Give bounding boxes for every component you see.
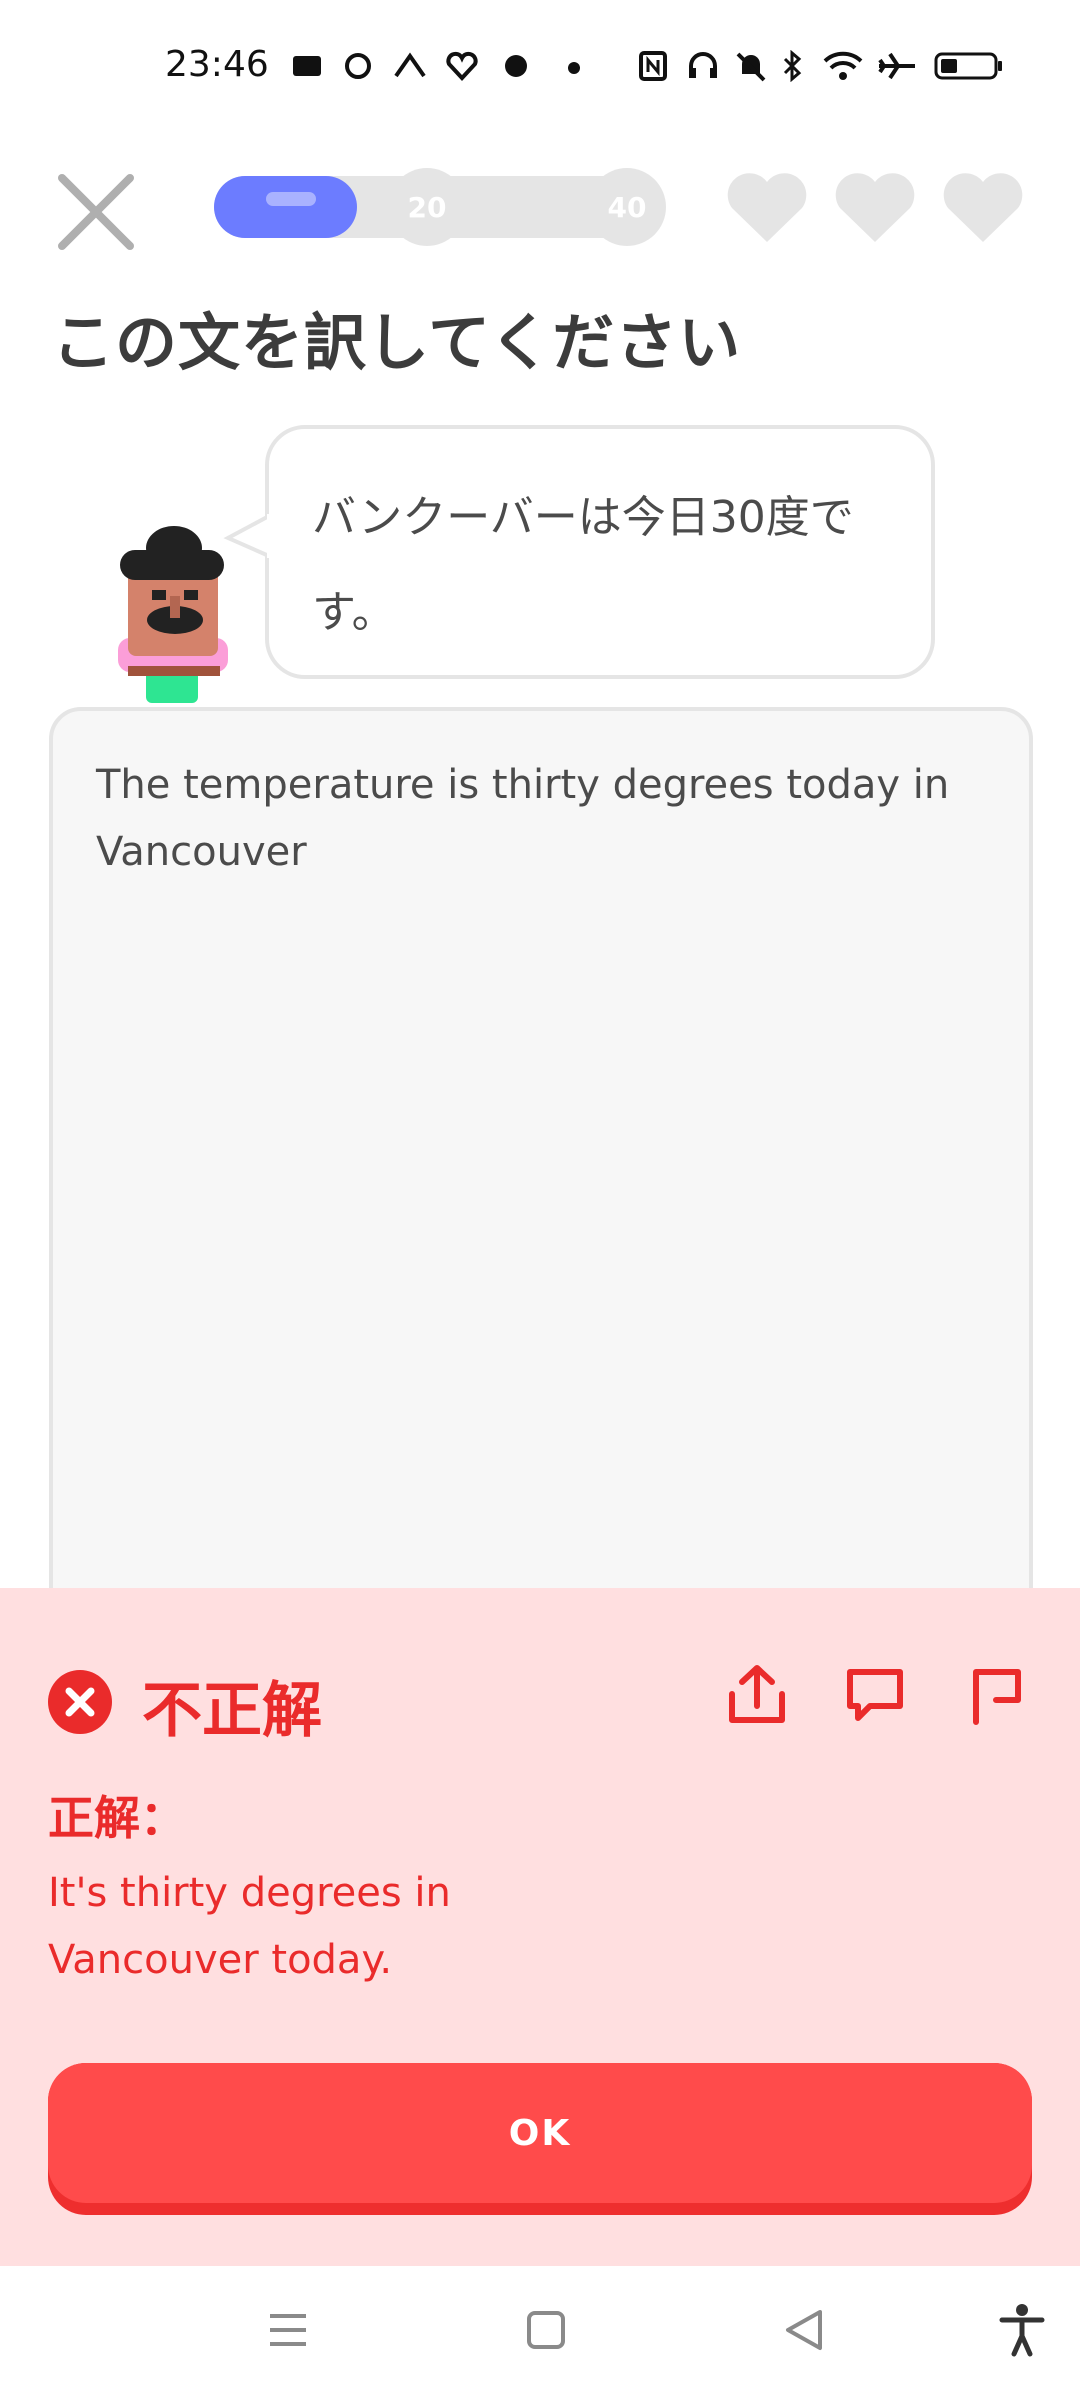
status-time: 23:46 [165, 44, 269, 85]
ok-button[interactable]: OK [48, 2063, 1032, 2215]
ok-button-label: OK [48, 2063, 1032, 2203]
menu-icon[interactable] [258, 2300, 318, 2360]
close-icon[interactable] [52, 168, 140, 256]
speech-bubble-tail [223, 514, 272, 558]
share-icon[interactable] [722, 1660, 792, 1730]
accessibility-icon[interactable] [992, 2300, 1052, 2360]
heart-icon [835, 173, 915, 242]
heart-icon [943, 173, 1023, 242]
prompt-sentence[interactable]: バンクーバーは今日30度です。 [312, 470, 902, 660]
incorrect-icon [48, 1670, 112, 1734]
airplane-icon [878, 52, 915, 80]
sync-icon [345, 53, 371, 79]
report-flag-icon[interactable] [962, 1660, 1032, 1730]
milestone-40: 40 [588, 168, 666, 246]
heart-icon [727, 173, 807, 242]
bluetooth-icon [783, 50, 802, 82]
app-notification-icon [293, 56, 321, 76]
wifi-icon [823, 51, 863, 80]
character-avatar [118, 526, 228, 703]
correct-answer-text: It's thirty degrees in Vancouver today. [48, 1870, 451, 1983]
back-triangle-icon[interactable] [774, 2300, 834, 2360]
mute-icon [736, 52, 766, 82]
comment-icon[interactable] [840, 1660, 910, 1730]
heart-app-icon [446, 51, 478, 81]
battery-icon [934, 52, 1002, 80]
progress-shine [266, 192, 316, 206]
feedback-status: 不正解 [142, 1676, 322, 1746]
headphones-icon [689, 52, 717, 78]
app-icon [505, 55, 527, 77]
status-bar: 23:46 [0, 0, 1080, 140]
app-icon [394, 52, 426, 78]
nfc-icon [639, 51, 667, 81]
progress-fill [214, 176, 357, 238]
correct-answer-label: 正解： [48, 1791, 186, 1845]
milestone-20: 20 [388, 168, 466, 246]
page-title: この文を訳してください [52, 306, 742, 379]
dot-icon [568, 62, 580, 74]
answer-text: The temperature is thirty degrees today … [96, 762, 950, 875]
lesson-progress-bar: 20 40 [214, 168, 666, 246]
home-square-icon[interactable] [516, 2300, 576, 2360]
